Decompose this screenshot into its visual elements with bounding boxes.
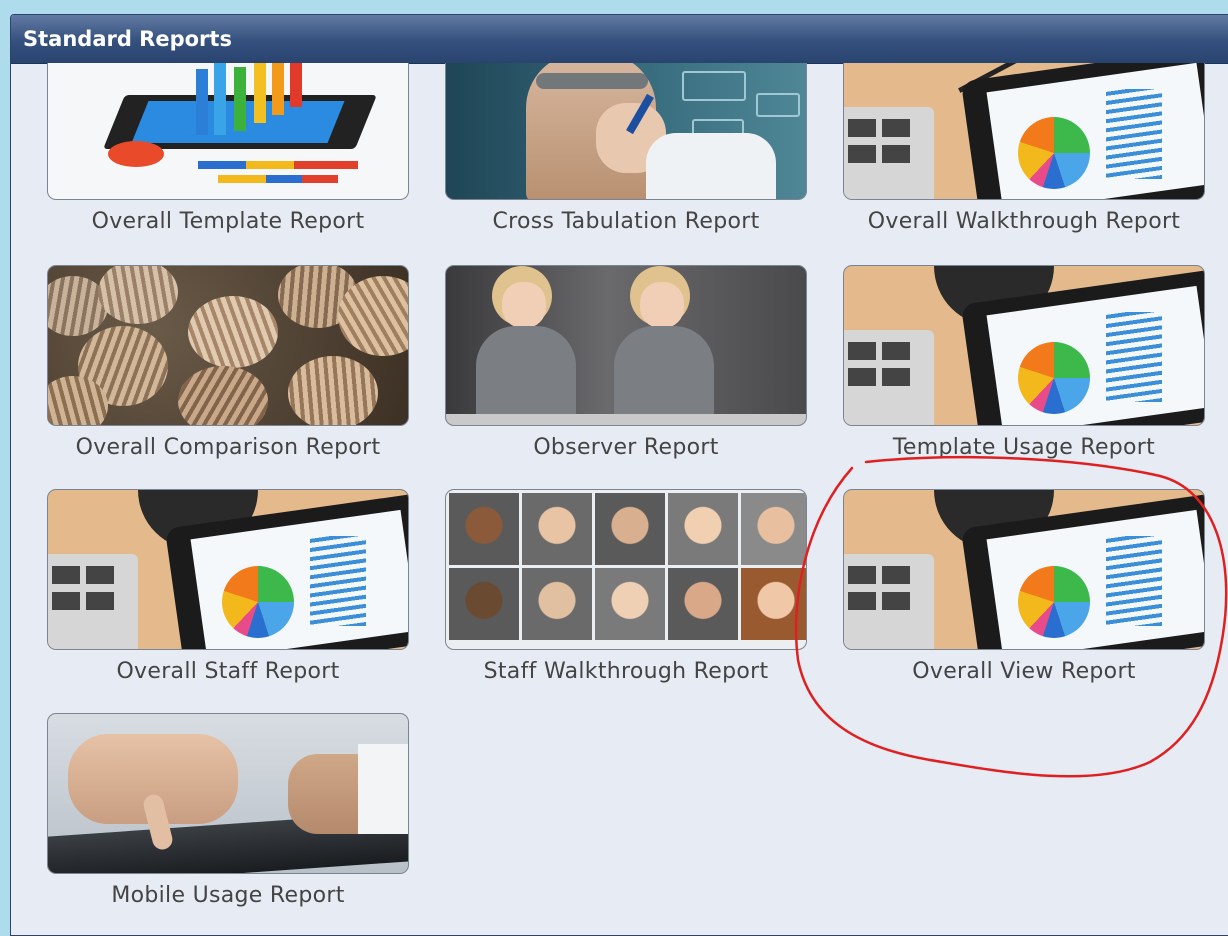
report-label[interactable]: Overall Walkthrough Report [843, 209, 1205, 234]
seashells-image[interactable] [47, 265, 409, 426]
women-with-tablets-image[interactable] [445, 265, 807, 426]
report-label[interactable]: Staff Walkthrough Report [445, 659, 807, 684]
calculator-tablet-pie-chart-image[interactable] [843, 265, 1205, 426]
report-label[interactable]: Overall View Report [843, 659, 1205, 684]
report-tile-staff-walkthrough[interactable]: Staff Walkthrough Report [445, 489, 807, 684]
report-tile-overall-template[interactable]: Overall Template Report [47, 63, 409, 234]
tablet-bar-chart-image[interactable] [47, 63, 409, 200]
report-tile-mobile-usage[interactable]: Mobile Usage Report [47, 713, 409, 908]
report-label[interactable]: Overall Comparison Report [47, 435, 409, 460]
report-tile-cross-tabulation[interactable]: Cross Tabulation Report [445, 63, 807, 234]
person-drawing-diagram-image[interactable] [445, 63, 807, 200]
report-label[interactable]: Cross Tabulation Report [445, 209, 807, 234]
staff-portrait-grid-image[interactable] [445, 489, 807, 650]
report-tile-overall-staff[interactable]: Overall Staff Report [47, 489, 409, 684]
report-label[interactable]: Template Usage Report [843, 435, 1205, 460]
report-tile-overall-view[interactable]: Overall View Report [843, 489, 1205, 684]
calculator-tablet-pie-chart-image[interactable] [47, 489, 409, 650]
calculator-tablet-pie-chart-image[interactable] [843, 63, 1205, 200]
report-tile-observer[interactable]: Observer Report [445, 265, 807, 460]
report-label[interactable]: Overall Template Report [47, 209, 409, 234]
report-label[interactable]: Overall Staff Report [47, 659, 409, 684]
panel-title: Standard Reports [11, 15, 1228, 64]
calculator-tablet-pie-chart-image[interactable] [843, 489, 1205, 650]
hand-touching-tablet-image[interactable] [47, 713, 409, 874]
report-tile-template-usage[interactable]: Template Usage Report [843, 265, 1205, 460]
report-tile-overall-comparison[interactable]: Overall Comparison Report [47, 265, 409, 460]
report-label[interactable]: Mobile Usage Report [47, 883, 409, 908]
standard-reports-panel: Standard Reports Overall Template Report [10, 14, 1228, 936]
report-tile-overall-walkthrough[interactable]: Overall Walkthrough Report [843, 63, 1205, 234]
report-label[interactable]: Observer Report [445, 435, 807, 460]
